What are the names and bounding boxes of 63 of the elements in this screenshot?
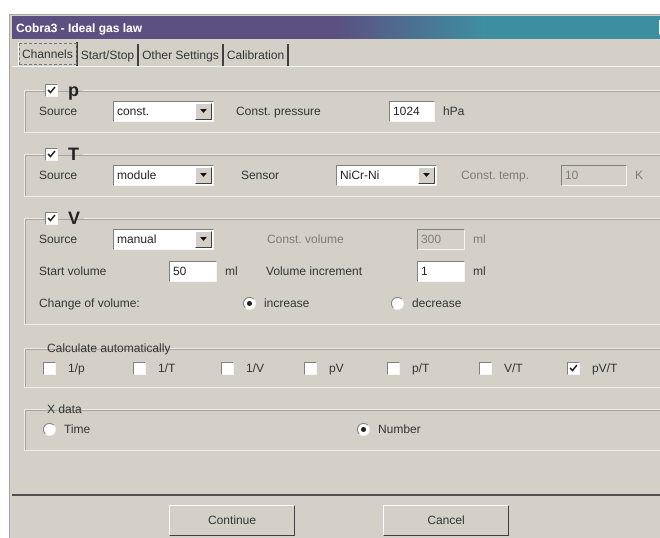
checkbox-label: pV — [329, 360, 344, 377]
dropdown[interactable]: manual — [113, 228, 214, 250]
checkbox[interactable] — [387, 362, 400, 374]
dropdown[interactable]: module — [113, 164, 214, 186]
field-label: Const. temp. — [461, 167, 530, 184]
radio-button[interactable] — [243, 296, 256, 310]
tab[interactable]: Start/Stop — [78, 44, 140, 66]
input-field[interactable]: 1 — [417, 260, 465, 282]
radio-label: Number — [378, 421, 421, 438]
unit-label: ml — [473, 263, 486, 280]
field-label: Source — [39, 103, 78, 120]
field-label: Const. volume — [267, 231, 345, 248]
radio-label: decrease — [412, 295, 462, 312]
checkbox-label: 1/V — [246, 360, 264, 377]
channel-name: T — [68, 145, 79, 163]
checkbox[interactable] — [304, 362, 317, 374]
checkbox[interactable] — [45, 212, 58, 224]
radio-button[interactable] — [391, 296, 404, 310]
tab[interactable]: Calibration — [224, 44, 290, 66]
field-label: Source — [39, 231, 78, 248]
dropdown[interactable]: NiCr-Ni — [336, 164, 437, 186]
checkbox-label: 1/T — [158, 360, 176, 377]
input-field[interactable]: 1024 — [389, 100, 435, 122]
checkbox-label: V/T — [504, 360, 523, 377]
checkbox[interactable] — [479, 362, 492, 374]
dialog-button[interactable]: Continue — [169, 504, 295, 536]
checkbox[interactable] — [45, 148, 58, 160]
checkbox-label: p/T — [412, 360, 430, 377]
unit-label: ml — [473, 231, 486, 248]
radio-label: increase — [264, 295, 310, 312]
radio-button[interactable] — [43, 422, 56, 436]
checkbox[interactable] — [45, 84, 58, 96]
group-title: Calculate automatically — [47, 340, 170, 357]
unit-label: ml — [225, 263, 238, 280]
field-label: Source — [39, 167, 78, 184]
input-field[interactable]: 50 — [169, 260, 217, 282]
field-label: Volume increment — [266, 263, 364, 280]
dialog-button[interactable]: Cancel — [383, 504, 509, 536]
checkmark-icon — [569, 364, 578, 372]
field-label: Sensor — [241, 167, 280, 184]
checkbox[interactable] — [43, 362, 56, 374]
channel-name: p — [68, 81, 79, 99]
checkmark-icon — [47, 86, 56, 94]
window-title: Cobra3 - Ideal gas law — [16, 20, 142, 36]
checkmark-icon — [47, 150, 56, 158]
field-label: Change of volume: — [39, 295, 141, 312]
unit-label: hPa — [443, 103, 464, 120]
tab[interactable]: Other Settings — [139, 44, 224, 66]
radio-button[interactable] — [357, 422, 370, 436]
checkbox-label: 1/p — [68, 360, 85, 377]
checkbox[interactable] — [567, 362, 580, 374]
checkbox[interactable] — [133, 362, 146, 374]
field-label: Const. pressure — [236, 103, 322, 120]
tab[interactable]: Channels — [18, 42, 78, 66]
checkbox[interactable] — [221, 362, 234, 374]
dropdown[interactable]: const. — [113, 100, 214, 122]
group-title: X data — [47, 401, 82, 418]
checkbox-label: pV/T — [592, 360, 618, 377]
channel-name: V — [68, 209, 80, 227]
unit-label: K — [635, 167, 644, 184]
radio-label: Time — [64, 421, 90, 438]
checkmark-icon — [47, 214, 56, 222]
field-label: Start volume — [39, 263, 108, 280]
